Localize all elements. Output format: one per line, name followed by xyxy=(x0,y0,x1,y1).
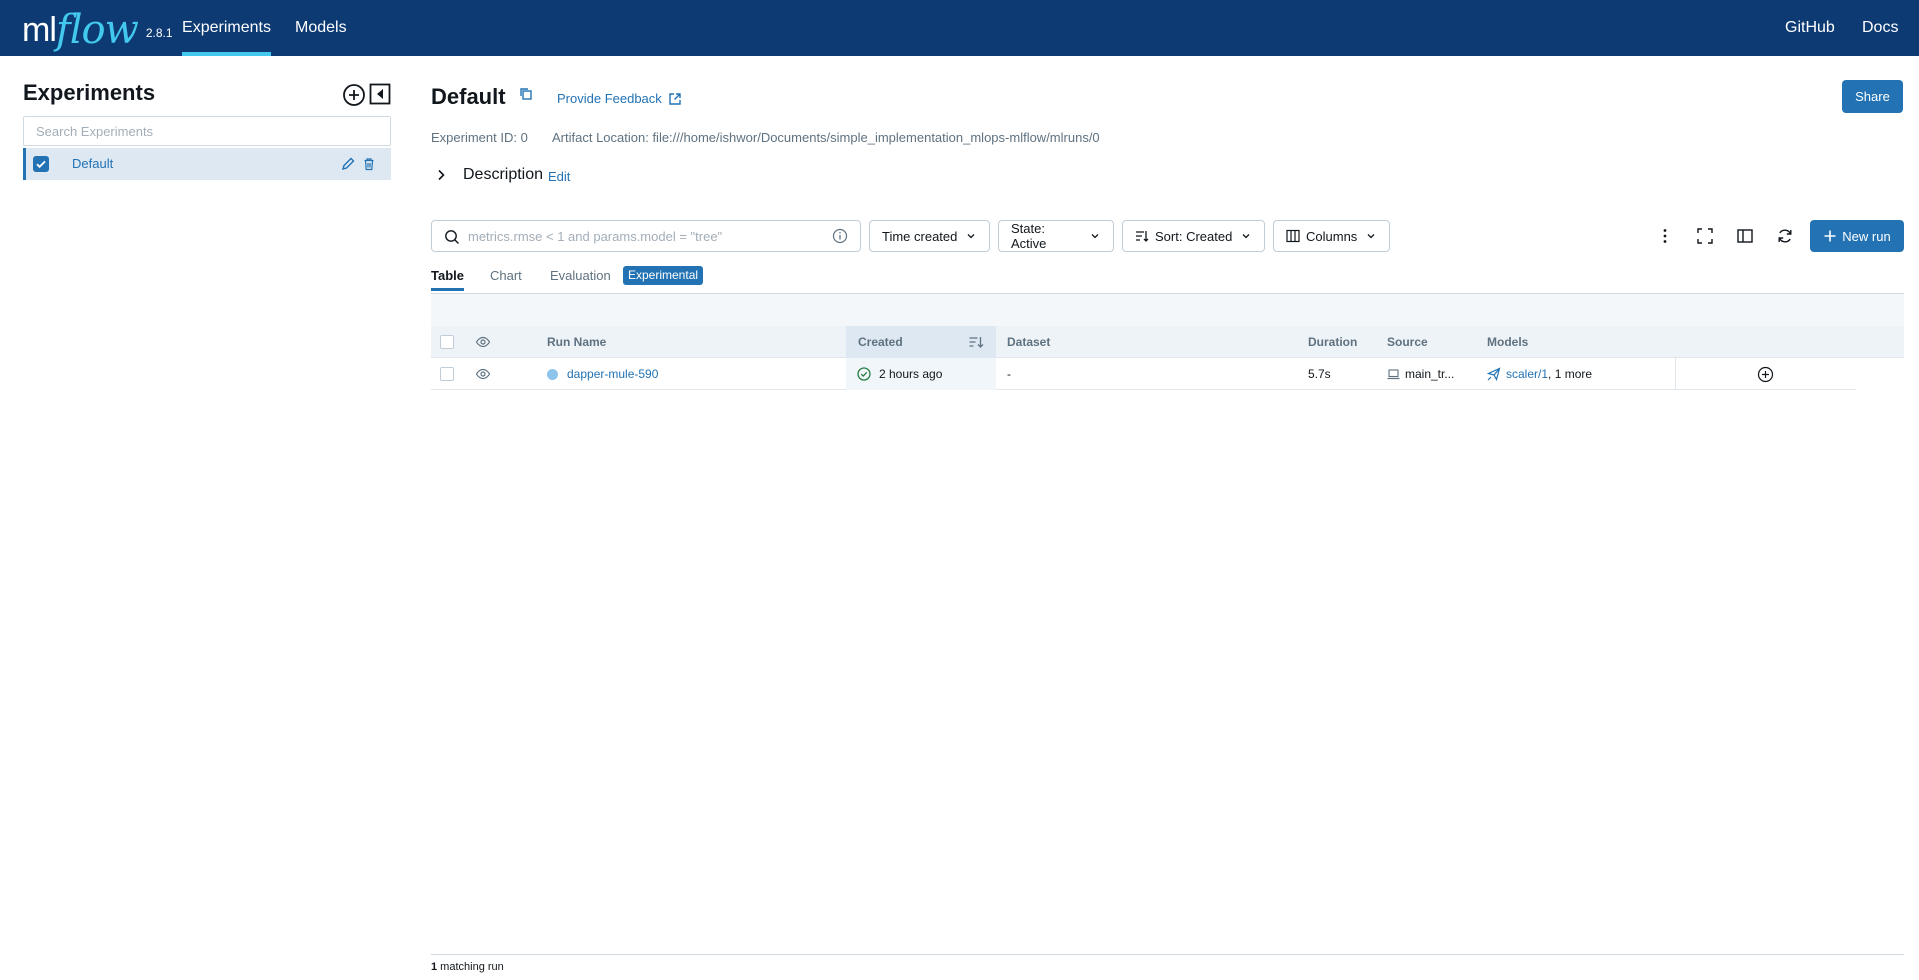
nav-models[interactable]: Models xyxy=(295,0,347,56)
tab-table[interactable]: Table xyxy=(431,268,464,291)
select-all-checkbox[interactable] xyxy=(440,335,454,349)
models-value: scaler/1, 1 more xyxy=(1506,367,1592,381)
experiment-id: Experiment ID: 0 xyxy=(431,130,528,145)
external-link-icon xyxy=(668,92,682,106)
header-duration[interactable]: Duration xyxy=(1308,335,1357,349)
eye-icon[interactable] xyxy=(475,366,491,382)
check-circle-icon xyxy=(857,367,871,381)
nav-github[interactable]: GitHub xyxy=(1785,0,1835,56)
description-edit-link[interactable]: Edit xyxy=(548,169,570,184)
new-run-button[interactable]: New run xyxy=(1810,220,1904,252)
search-experiments-input[interactable] xyxy=(23,116,391,146)
table-header: Run Name Created Dataset Duration Source… xyxy=(431,326,1904,358)
laptop-icon xyxy=(1387,368,1400,380)
sidebar-toggle-icon[interactable] xyxy=(1736,227,1754,245)
sort-dropdown[interactable]: Sort: Created xyxy=(1122,220,1265,252)
header-created[interactable]: Created xyxy=(858,335,903,349)
state-label: State: Active xyxy=(1011,221,1047,251)
state-dropdown[interactable]: State: Active xyxy=(998,220,1114,252)
info-icon[interactable] xyxy=(832,228,848,244)
model-more: , 1 more xyxy=(1548,367,1593,381)
chevron-down-icon xyxy=(1367,234,1375,239)
mlflow-logo[interactable]: ml flow 2.8.1 xyxy=(22,2,173,52)
top-nav: ml flow 2.8.1 Experiments Models GitHub … xyxy=(0,0,1919,56)
logo-ml: ml xyxy=(22,11,57,49)
tab-evaluation[interactable]: Evaluation xyxy=(550,268,611,283)
description-title[interactable]: Description xyxy=(463,166,543,184)
kebab-icon[interactable] xyxy=(1656,227,1674,245)
nav-experiments[interactable]: Experiments xyxy=(182,0,271,56)
model-icon xyxy=(1487,367,1501,381)
time-created-label: Time created xyxy=(882,228,958,244)
sort-icon xyxy=(1136,231,1149,242)
sidebar-item-label[interactable]: Default xyxy=(72,156,113,171)
runs-search-box[interactable] xyxy=(431,220,861,252)
chevron-right-icon[interactable] xyxy=(434,168,448,182)
chevron-down-icon xyxy=(1091,234,1099,239)
column-divider xyxy=(1675,358,1676,390)
columns-dropdown[interactable]: Columns xyxy=(1273,220,1390,252)
share-button[interactable]: Share xyxy=(1842,80,1903,113)
artifact-location: Artifact Location: file:///home/ishwor/D… xyxy=(552,130,1100,145)
new-run-label: New run xyxy=(1842,228,1891,244)
tab-chart[interactable]: Chart xyxy=(490,268,522,283)
view-tabs: Table Chart Evaluation Experimental xyxy=(431,264,1904,294)
created-value: 2 hours ago xyxy=(879,367,943,381)
footer-divider xyxy=(431,954,1904,955)
table-group-header xyxy=(431,294,1904,326)
experimental-badge: Experimental xyxy=(623,266,704,285)
header-models[interactable]: Models xyxy=(1487,335,1528,349)
plus-icon xyxy=(1824,230,1836,242)
header-source[interactable]: Source xyxy=(1387,335,1428,349)
fullscreen-icon[interactable] xyxy=(1696,227,1714,245)
add-column-icon[interactable] xyxy=(1757,366,1774,383)
trash-icon[interactable] xyxy=(361,156,377,172)
source-value[interactable]: main_tr... xyxy=(1405,367,1454,381)
matching-runs-count: 1 matching run xyxy=(431,961,504,973)
collapse-sidebar-icon[interactable] xyxy=(369,83,391,105)
chevron-down-icon xyxy=(967,234,975,239)
table-row[interactable]: dapper-mule-590 2 hours ago - 5.7s main_… xyxy=(431,358,1856,390)
feedback-label: Provide Feedback xyxy=(557,91,662,106)
run-name-link[interactable]: dapper-mule-590 xyxy=(567,367,658,381)
duration-value: 5.7s xyxy=(1308,367,1331,381)
nav-docs[interactable]: Docs xyxy=(1862,0,1898,56)
chevron-down-icon xyxy=(1242,234,1250,239)
dataset-value: - xyxy=(1007,367,1011,381)
version-label: 2.8.1 xyxy=(145,26,173,40)
sidebar-title: Experiments xyxy=(23,80,156,105)
runs-search-input[interactable] xyxy=(468,226,818,246)
search-icon xyxy=(444,229,460,245)
sidebar-item-default[interactable]: Default xyxy=(23,148,391,180)
run-color-dot[interactable] xyxy=(547,369,558,380)
model-link[interactable]: scaler/1 xyxy=(1506,367,1548,381)
columns-icon xyxy=(1286,229,1300,243)
add-experiment-icon[interactable] xyxy=(342,83,366,107)
eye-icon[interactable] xyxy=(475,334,491,350)
time-created-dropdown[interactable]: Time created xyxy=(869,220,990,252)
edit-icon[interactable] xyxy=(340,156,356,172)
provide-feedback-link[interactable]: Provide Feedback xyxy=(557,91,682,106)
sort-label: Sort: Created xyxy=(1155,228,1233,244)
sort-icon[interactable] xyxy=(968,334,984,350)
experiment-checkbox[interactable] xyxy=(33,156,49,172)
run-count-text: matching run xyxy=(437,961,504,973)
copy-icon[interactable] xyxy=(518,86,534,102)
page-title: Default xyxy=(431,84,506,109)
refresh-icon[interactable] xyxy=(1776,227,1794,245)
header-dataset[interactable]: Dataset xyxy=(1007,335,1050,349)
columns-label: Columns xyxy=(1306,228,1358,244)
row-checkbox[interactable] xyxy=(440,367,454,381)
logo-flow: flow xyxy=(55,7,139,53)
header-run-name[interactable]: Run Name xyxy=(547,335,606,349)
